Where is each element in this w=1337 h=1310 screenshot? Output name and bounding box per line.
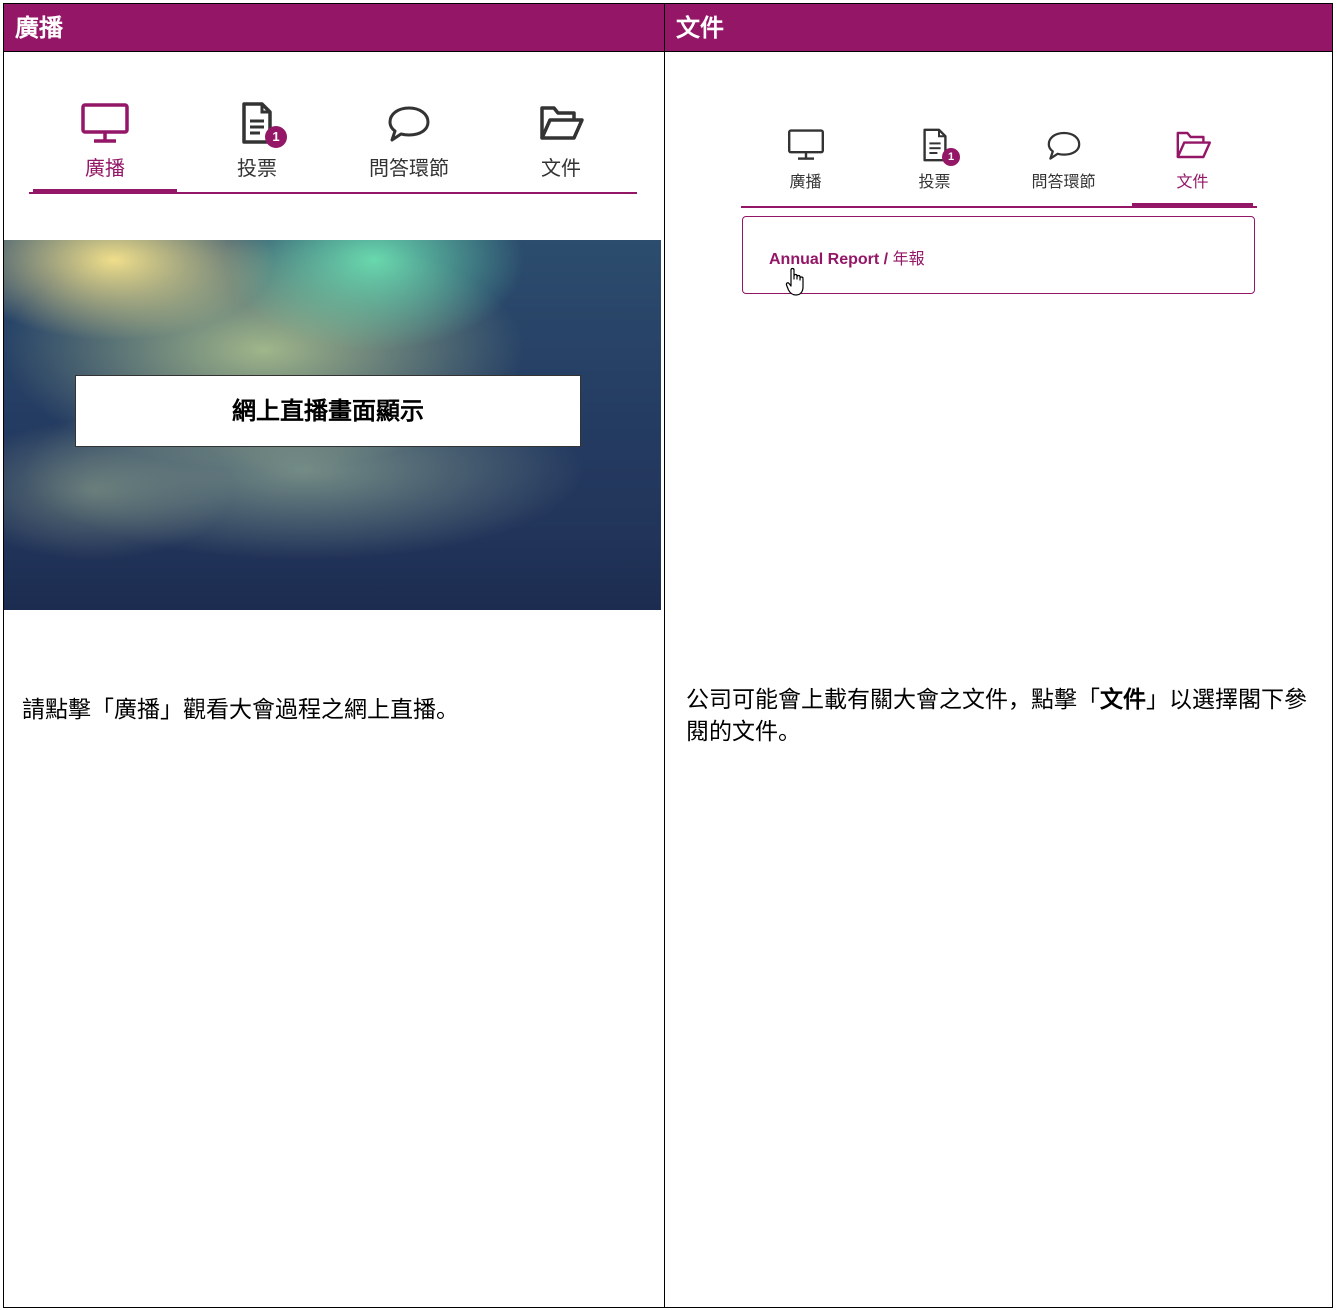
tab-label: 投票 xyxy=(237,156,277,180)
tab-vote[interactable]: 1 投票 xyxy=(870,128,999,208)
folder-icon xyxy=(540,106,584,140)
tab-bar-baseline xyxy=(741,206,1257,208)
tab-label: 問答環節 xyxy=(1031,172,1096,191)
document-title-en: Annual Report xyxy=(769,251,880,268)
tab-bar: 廣播 1 投票 問答環節 文件 xyxy=(741,128,1257,208)
webcast-video-area[interactable]: 網上直播畫面顯示 xyxy=(4,240,661,610)
document-link[interactable]: Annual Report / 年報 xyxy=(769,245,925,269)
hand-cursor-icon xyxy=(785,267,804,296)
chat-bubble-icon xyxy=(1047,131,1080,160)
tab-documents[interactable]: 文件 xyxy=(1128,128,1257,208)
tab-broadcast[interactable]: 廣播 xyxy=(29,96,181,194)
video-placeholder-label: 網上直播畫面顯示 xyxy=(75,375,581,447)
tab-label: 廣播 xyxy=(789,172,822,191)
monitor-icon xyxy=(81,103,129,143)
tab-qa[interactable]: 問答環節 xyxy=(999,128,1128,208)
column-header: 廣播 xyxy=(4,4,664,52)
tab-bar: 廣播 1 投票 問答環節 文件 xyxy=(29,96,637,194)
tab-label: 文件 xyxy=(1176,172,1209,191)
vote-badge: 1 xyxy=(942,148,960,166)
chat-bubble-icon xyxy=(388,106,430,142)
document-title-separator: / xyxy=(879,251,893,268)
instruction-keyword: 文件 xyxy=(1100,687,1146,713)
monitor-icon xyxy=(787,129,824,160)
tab-label: 廣播 xyxy=(85,156,125,180)
tab-broadcast[interactable]: 廣播 xyxy=(741,128,870,208)
document-title-zh: 年報 xyxy=(892,251,925,268)
tab-vote[interactable]: 1 投票 xyxy=(181,96,333,194)
broadcast-column: 廣播 廣播 1 投票 問答環節 文件 網上直播畫面顯示 請點擊「廣播」觀看大會過… xyxy=(4,4,665,1307)
document-list-item[interactable]: Annual Report / 年報 xyxy=(742,216,1255,296)
broadcast-instruction: 請點擊「廣播」觀看大會過程之網上直播。 xyxy=(22,697,459,723)
tab-label: 問答環節 xyxy=(369,156,449,180)
tab-label: 文件 xyxy=(541,156,581,180)
documents-instruction: 公司可能會上載有關大會之文件，點擊「文件」以選擇閣下參閱的文件。 xyxy=(686,684,1326,748)
tab-label: 投票 xyxy=(918,172,951,191)
vote-badge: 1 xyxy=(265,126,287,148)
tab-documents[interactable]: 文件 xyxy=(485,96,637,194)
documents-column: 文件 廣播 1 投票 問答環節 文件 Annual Report / 年報 公司… xyxy=(665,4,1332,1307)
tab-qa[interactable]: 問答環節 xyxy=(333,96,485,194)
column-header: 文件 xyxy=(665,4,1332,52)
instruction-table: 廣播 廣播 1 投票 問答環節 文件 網上直播畫面顯示 請點擊「廣播」觀看大會過… xyxy=(3,3,1333,1308)
folder-icon xyxy=(1176,131,1211,159)
tab-bar-baseline xyxy=(29,192,637,194)
instruction-text: 公司可能會上載有關大會之文件，點擊「 xyxy=(686,687,1100,713)
